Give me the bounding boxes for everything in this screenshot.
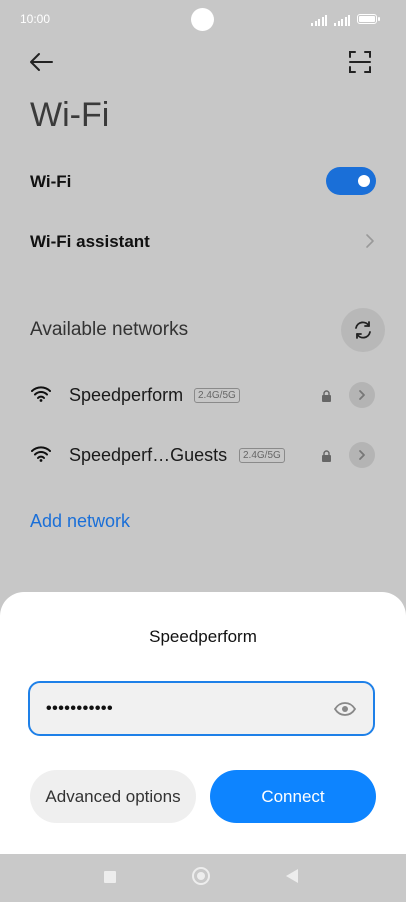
lock-icon: [321, 389, 332, 402]
available-networks-heading: Available networks: [30, 319, 189, 340]
refresh-icon[interactable]: [341, 308, 385, 352]
network-row[interactable]: Speedperf…Guests 2.4G/5G: [0, 427, 406, 483]
password-value: •••••••••••: [46, 700, 114, 717]
front-camera: [191, 8, 214, 31]
recents-icon[interactable]: [104, 871, 116, 883]
eye-icon[interactable]: [333, 698, 357, 720]
back-triangle-icon[interactable]: [286, 869, 298, 883]
wifi-assistant-item[interactable]: Wi-Fi assistant: [30, 232, 150, 252]
settings-screen: 10:00 Wi-Fi Wi-Fi Wi-Fi assistant Availa…: [0, 0, 406, 902]
connect-button[interactable]: Connect: [210, 770, 376, 823]
wifi-signal-icon: [31, 386, 51, 407]
battery-icon: [357, 14, 380, 24]
status-bar: 10:00: [0, 0, 406, 40]
wifi-toggle-label: Wi-Fi: [30, 172, 72, 191]
signal-icon-2: [334, 14, 350, 26]
connect-dialog: Speedperform ••••••••••• Advanced option…: [0, 592, 406, 854]
advanced-options-button[interactable]: Advanced options: [30, 770, 196, 823]
back-arrow-icon[interactable]: [26, 46, 58, 78]
navigation-bar: [0, 854, 406, 902]
status-time: 10:00: [20, 12, 51, 26]
toggle-knob: [358, 175, 370, 187]
home-icon[interactable]: [192, 867, 210, 885]
dialog-title: Speedperform: [149, 627, 257, 646]
band-tag: 2.4G/5G: [194, 388, 240, 403]
network-name: Speedperform: [69, 385, 184, 405]
wifi-toggle[interactable]: [326, 167, 376, 195]
band-tag: 2.4G/5G: [239, 448, 285, 463]
signal-icon: [311, 14, 327, 26]
network-name: Speedperf…Guests: [69, 445, 228, 465]
chevron-right-icon: [364, 233, 376, 254]
scan-qr-icon[interactable]: [344, 46, 376, 78]
lock-icon: [321, 449, 332, 462]
network-row[interactable]: Speedperform 2.4G/5G: [0, 367, 406, 423]
wifi-signal-icon: [31, 446, 51, 467]
add-network-link[interactable]: Add network: [30, 511, 130, 532]
password-field[interactable]: •••••••••••: [28, 681, 375, 736]
page-title: Wi-Fi: [30, 96, 110, 134]
network-details-button[interactable]: [349, 382, 375, 408]
network-details-button[interactable]: [349, 442, 375, 468]
